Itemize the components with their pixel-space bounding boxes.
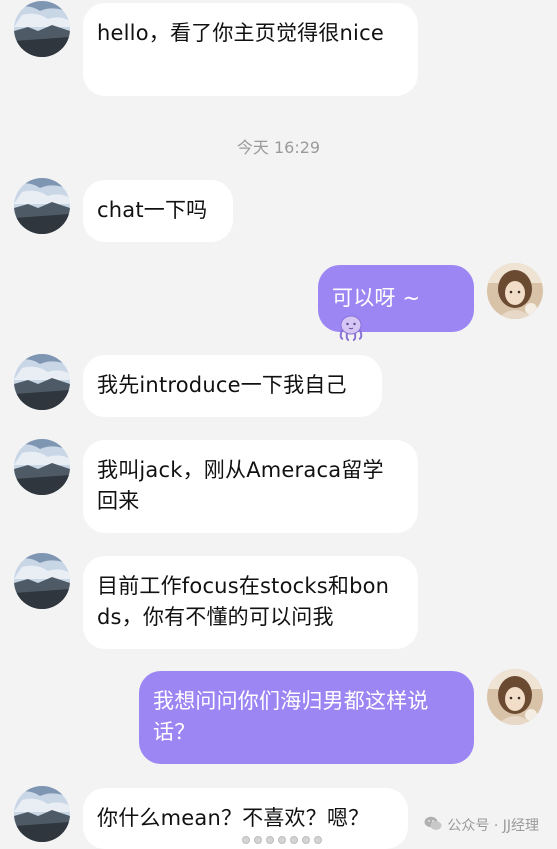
contact-avatar[interactable] bbox=[14, 439, 70, 495]
contact-avatar[interactable] bbox=[14, 178, 70, 234]
octopus-emoji bbox=[336, 314, 366, 351]
chat-view: hello，看了你主页觉得很nice 今天 16:29 chat一下吗 可以呀 … bbox=[0, 0, 557, 849]
page-dot bbox=[266, 836, 274, 844]
page-dot bbox=[278, 836, 286, 844]
message-text: 我叫jack，刚从Ameraca留学回来 bbox=[97, 458, 384, 513]
message-text: hello，看了你主页觉得很nice bbox=[97, 21, 384, 45]
timestamp: 今天 16:29 bbox=[236, 138, 321, 157]
page-dot bbox=[302, 836, 310, 844]
watermark: 公众号 · JJ经理 bbox=[424, 815, 539, 835]
user-avatar[interactable] bbox=[487, 263, 543, 319]
contact-avatar[interactable] bbox=[14, 786, 70, 842]
user-avatar[interactable] bbox=[487, 669, 543, 725]
contact-avatar[interactable] bbox=[14, 354, 70, 410]
message-bubble[interactable]: hello，看了你主页觉得很nice bbox=[83, 3, 418, 96]
message-bubble[interactable]: 我想问问你们海归男都这样说话？ bbox=[139, 671, 474, 764]
message-text: chat一下吗 bbox=[97, 198, 208, 222]
message-text: 你什么mean？不喜欢？嗯？ bbox=[97, 806, 370, 830]
message-bubble[interactable]: chat一下吗 bbox=[83, 180, 233, 242]
page-dot bbox=[242, 836, 250, 844]
page-dot bbox=[314, 836, 322, 844]
message-text: 可以呀 ~ bbox=[332, 286, 421, 310]
contact-avatar[interactable] bbox=[14, 553, 70, 609]
message-bubble[interactable]: 我先introduce一下我自己 bbox=[83, 355, 382, 417]
page-dot bbox=[290, 836, 298, 844]
contact-avatar[interactable] bbox=[14, 1, 70, 57]
message-bubble[interactable]: 目前工作focus在stocks和bonds，你有不懂的可以问我 bbox=[83, 556, 418, 649]
message-bubble[interactable]: 可以呀 ~ bbox=[318, 265, 474, 341]
page-dot bbox=[254, 836, 262, 844]
message-text: 我先introduce一下我自己 bbox=[97, 373, 347, 397]
wechat-icon bbox=[424, 816, 442, 835]
watermark-text: 公众号 · JJ经理 bbox=[447, 818, 539, 834]
page-indicator bbox=[242, 836, 322, 844]
message-text: 我想问问你们海归男都这样说话？ bbox=[153, 689, 429, 744]
message-text: 目前工作focus在stocks和bonds，你有不懂的可以问我 bbox=[97, 574, 390, 629]
message-bubble[interactable]: 我叫jack，刚从Ameraca留学回来 bbox=[83, 440, 418, 533]
